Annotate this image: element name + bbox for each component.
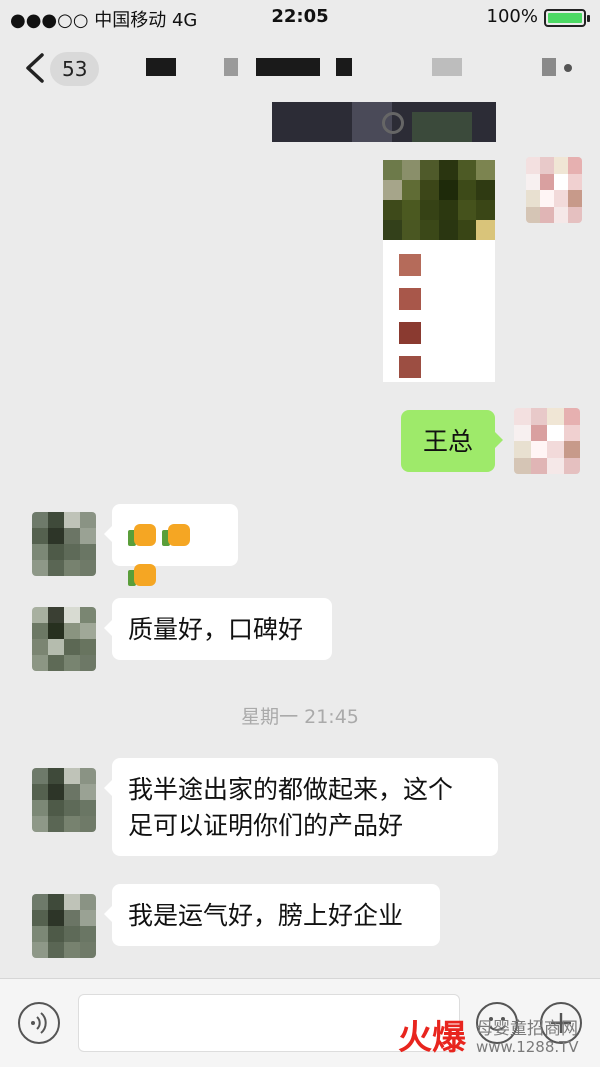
incoming-message[interactable] [104, 504, 238, 586]
image-pixel-grid [383, 160, 495, 240]
watermark: 火爆 母婴童招商网 www.1288.TV [398, 1010, 598, 1060]
contact-avatar[interactable] [32, 512, 96, 576]
message-image-partial[interactable] [272, 102, 496, 142]
back-chevron-icon[interactable] [18, 50, 54, 86]
thumbs-up-icon [162, 518, 190, 548]
thumbnail-image [399, 322, 421, 344]
thumbnail-row [399, 320, 489, 348]
my-avatar[interactable] [526, 157, 582, 223]
thumbnail-image [399, 288, 421, 310]
thumbnail-row [399, 252, 489, 280]
voice-glyph [31, 1012, 47, 1034]
message-text: 王总 [422, 427, 473, 456]
chat-header: 53 [0, 34, 600, 102]
image-pixel [412, 112, 472, 142]
redaction-block [224, 58, 238, 76]
redaction-block [432, 58, 462, 76]
watermark-brand: 火爆 [398, 1018, 466, 1058]
outgoing-message[interactable]: 王总 [401, 410, 503, 472]
message-text-line: 足可以证明你们的产品好 [128, 811, 404, 840]
battery-icon [544, 9, 590, 27]
watermark-url: www.1288.TV [476, 1038, 579, 1056]
battery-fill [548, 13, 582, 23]
redaction-block [256, 58, 320, 76]
my-avatar[interactable] [514, 408, 580, 474]
redaction-block [542, 58, 556, 76]
message-text: 我是运气好，膀上好企业 [128, 901, 404, 930]
battery-percent: 100% [486, 6, 538, 27]
thumbnail-row [399, 354, 489, 382]
contact-avatar[interactable] [32, 607, 96, 671]
thumbnail-list [399, 252, 489, 382]
contact-avatar[interactable] [32, 768, 96, 832]
message-image-screenshot[interactable] [383, 160, 495, 382]
redaction-block [336, 58, 352, 76]
thumbs-up-icon [128, 558, 156, 588]
incoming-message[interactable]: 我是运气好，膀上好企业 [104, 884, 440, 946]
chat-title-redacted [140, 58, 556, 80]
unread-count-badge[interactable]: 53 [50, 52, 100, 86]
message-text: 质量好，口碑好 [128, 615, 304, 644]
contact-avatar[interactable] [32, 894, 96, 958]
incoming-message[interactable]: 我半途出家的都做起来，这个 足可以证明你们的产品好 [104, 758, 498, 856]
redaction-block [146, 58, 176, 76]
image-pixel [382, 112, 404, 134]
watermark-tagline: 母婴童招商网 [476, 1019, 578, 1039]
thumbs-up-icon [128, 518, 156, 548]
thumbnail-image [399, 254, 421, 276]
incoming-message[interactable]: 质量好，口碑好 [104, 598, 332, 660]
message-text-line: 我半途出家的都做起来，这个 [128, 775, 454, 804]
thumbnail-row [399, 286, 489, 314]
thumbnail-image [399, 356, 421, 378]
timestamp-divider: 星期一 21:45 [241, 706, 359, 728]
more-icon[interactable] [564, 64, 572, 72]
status-bar: ●●●○○ 中国移动 4G 22:05 100% [0, 0, 600, 34]
voice-icon[interactable] [18, 1002, 60, 1044]
